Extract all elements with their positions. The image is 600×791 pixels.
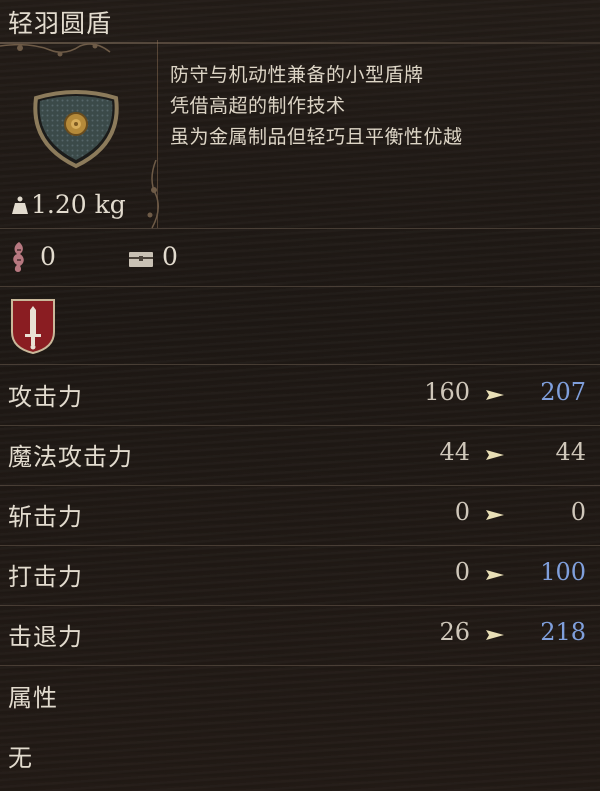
stat-old-attack: 160 — [424, 378, 470, 406]
chest-icon — [129, 252, 153, 267]
stat-new-strike: 100 — [540, 558, 586, 586]
stat-new-attack: 207 — [540, 378, 586, 406]
round-shield-icon — [33, 90, 119, 169]
stat-old-knockback: 26 — [439, 618, 470, 646]
stat-old-slash: 0 — [454, 498, 470, 526]
divider — [0, 485, 600, 486]
stat-label-magic-attack: 魔法攻击力 — [8, 443, 133, 471]
stat-label-slash: 斩击力 — [8, 503, 83, 531]
divider — [0, 545, 600, 546]
stat-new-knockback: 218 — [540, 618, 586, 646]
description-line: 凭借高超的制作技术 — [170, 95, 346, 117]
description-line: 防守与机动性兼备的小型盾牌 — [170, 64, 424, 86]
stat-new-slash: 0 — [570, 498, 586, 526]
item-weight: 1.20 kg — [12, 190, 126, 219]
divider — [0, 286, 600, 287]
divider — [0, 605, 600, 606]
arrow-right-icon — [486, 450, 504, 460]
stat-old-magic-attack: 44 — [439, 438, 470, 466]
bone-charm-icon — [13, 242, 24, 272]
weight-value: 1.20 kg — [31, 190, 126, 219]
left-counter-value: 0 — [40, 242, 56, 271]
arrow-right-icon — [486, 570, 504, 580]
divider — [0, 425, 600, 426]
attribute-value: 无 — [8, 744, 33, 772]
stat-old-strike: 0 — [454, 558, 470, 586]
stat-label-strike: 打击力 — [8, 563, 83, 591]
arrow-right-icon — [486, 390, 504, 400]
divider — [0, 228, 600, 229]
right-counter-value: 0 — [162, 242, 178, 271]
arrow-right-icon — [486, 510, 504, 520]
ornament-bottom-icon — [147, 160, 159, 229]
divider — [0, 665, 600, 666]
weight-icon — [12, 196, 28, 214]
stat-new-magic-attack: 44 — [555, 438, 586, 466]
stat-label-attack: 攻击力 — [8, 383, 83, 411]
stat-label-knockback: 击退力 — [8, 623, 83, 651]
arrow-right-icon — [486, 630, 504, 640]
sword-emblem-icon — [11, 299, 55, 354]
item-description: 防守与机动性兼备的小型盾牌 凭借高超的制作技术 虽为金属制品但轻巧且平衡性优越 — [170, 60, 463, 153]
attribute-label: 属性 — [8, 684, 58, 712]
description-line: 虽为金属制品但轻巧且平衡性优越 — [170, 126, 463, 148]
ornament-top-icon — [0, 43, 111, 57]
divider — [0, 364, 600, 365]
item-name: 轻羽圆盾 — [8, 9, 113, 38]
